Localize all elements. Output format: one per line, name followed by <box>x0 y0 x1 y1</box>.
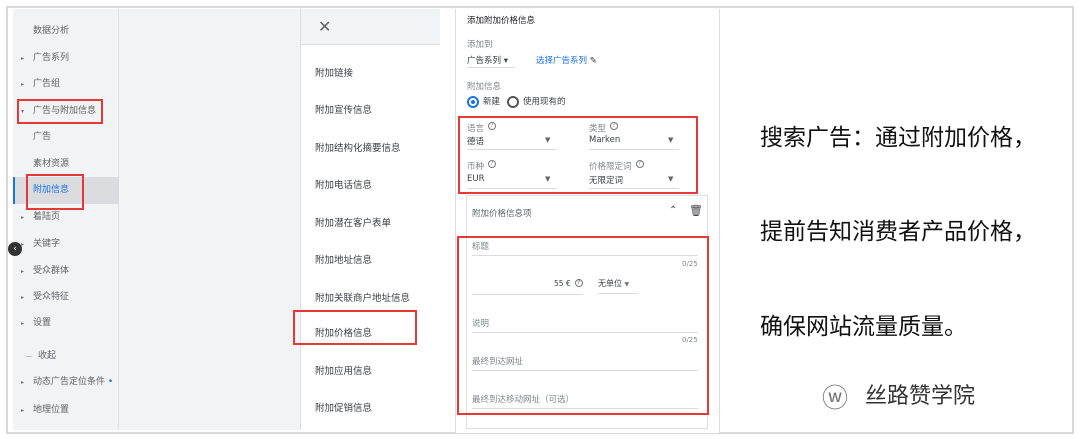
select-campaign-link[interactable]: 选择广告系列 ✎ <box>536 54 597 66</box>
delete-trash-icon[interactable]: 🗑 <box>689 204 703 217</box>
highlight-box <box>26 174 84 210</box>
expand-arrow-icon: ▸ <box>21 379 25 386</box>
add-to-label: 添加到 <box>467 40 493 50</box>
brand-watermark: 丝路赞学院 <box>865 384 976 409</box>
sidebar-item[interactable]: ▸ 广告组 <box>21 76 61 89</box>
add-to-value: 广告系列 <box>467 56 502 66</box>
sidebar-item-label: 广告 <box>33 132 52 142</box>
radio-new[interactable]: 新建 <box>467 95 500 108</box>
expand-arrow-icon: ▸ <box>21 268 25 275</box>
wechat-icon: ⓦ <box>822 384 849 414</box>
price-item-title: 附加价格信息项 <box>472 209 532 219</box>
highlight-box <box>458 116 698 194</box>
extension-type-item[interactable]: 附加地址信息 <box>315 252 372 266</box>
close-icon[interactable]: ✕ <box>318 17 331 36</box>
extension-type-item[interactable]: 附加促销信息 <box>315 400 372 414</box>
extension-type-item[interactable]: 附加潜在客户表单 <box>315 215 391 229</box>
sidebar-item[interactable]: — 收起 <box>26 348 57 361</box>
sidebar-item[interactable]: ▸ 地理位置 <box>21 402 70 415</box>
expand-arrow-icon: ▸ <box>21 55 25 62</box>
expand-arrow-icon: ▸ <box>21 320 25 327</box>
extension-type-item[interactable]: 附加结构化摘要信息 <box>315 140 401 154</box>
sidebar-item-label: 受众群体 <box>33 266 70 276</box>
pencil-icon: ✎ <box>589 56 597 66</box>
add-to-select[interactable]: 广告系列 ▾ <box>467 54 508 66</box>
expand-arrow-icon: ▸ <box>21 81 25 88</box>
select-campaign-text: 选择广告系列 <box>536 56 588 66</box>
sidebar-item[interactable]: ▸ 设置 <box>21 315 52 328</box>
sidebar-item-label: 广告系列 <box>33 53 70 63</box>
radio-existing[interactable]: 使用现有的 <box>507 95 566 108</box>
sidebar-item-label: 收起 <box>38 351 57 361</box>
extension-type-item[interactable]: 附加链接 <box>315 65 353 79</box>
sidebar-item[interactable]: ▸ 受众群体 <box>21 263 70 276</box>
content-area <box>119 9 300 430</box>
extension-type-item[interactable]: 附加宣传信息 <box>315 102 372 116</box>
extension-type-item[interactable]: 附加关联商户地址信息 <box>315 290 410 304</box>
slogan-line: 搜索广告：通过附加价格， <box>760 125 1036 151</box>
radio-new-label: 新建 <box>483 97 501 107</box>
radio-existing-label: 使用现有的 <box>523 97 566 107</box>
sidebar-item[interactable]: ▸ 受众特征 <box>21 289 70 302</box>
expand-arrow-icon: ▸ <box>21 214 25 221</box>
collapse-chevron-icon[interactable]: ⌃ <box>669 205 677 216</box>
expand-arrow-icon: — <box>26 353 32 360</box>
extension-type-item[interactable]: 附加电话信息 <box>315 177 372 191</box>
slogan-line: 确保网站流量质量。 <box>760 314 967 340</box>
form-title: 添加附加价格信息 <box>467 16 536 26</box>
sidebar-item[interactable]: 数据分析 <box>33 23 69 36</box>
sidebar-item-label: 动态广告定位条件 <box>33 377 106 387</box>
sidebar-item-label: 受众特征 <box>33 292 70 302</box>
sidebar-item-label: 地理位置 <box>33 405 70 415</box>
new-dot-icon: • <box>105 377 114 387</box>
extension-label: 附加信息 <box>467 82 502 92</box>
expand-arrow-icon: ▸ <box>21 294 25 301</box>
sidebar-item-label: 广告组 <box>33 79 61 89</box>
sidebar-item[interactable]: 广告 <box>33 129 51 142</box>
sidebar-item[interactable]: ▸ 广告系列 <box>21 50 70 63</box>
expand-arrow-icon: ▸ <box>21 407 25 414</box>
highlight-box <box>17 99 103 124</box>
highlight-box <box>293 310 417 345</box>
sidebar-item[interactable]: ▸ 关键字 <box>21 236 61 249</box>
radio-selected-icon <box>467 95 479 108</box>
sidebar-item-label: 数据分析 <box>33 26 70 36</box>
collapse-sidebar-button[interactable]: ‹ <box>8 242 22 256</box>
sidebar-item[interactable]: ▸ 着陆页 <box>21 209 61 222</box>
sidebar-item-label: 关键字 <box>33 239 61 249</box>
sidebar-item[interactable]: 素材资源 <box>33 156 69 169</box>
radio-unselected-icon <box>507 95 519 108</box>
sidebar-item-label: 设置 <box>33 318 52 328</box>
sidebar-item-label: 着陆页 <box>33 212 61 222</box>
slogan-line: 提前告知消费者产品价格， <box>760 219 1036 245</box>
sidebar-item-label: 素材资源 <box>33 159 70 169</box>
extension-type-item[interactable]: 附加应用信息 <box>315 363 372 377</box>
sidebar-item[interactable]: ▸ 动态广告定位条件 • <box>21 374 114 387</box>
highlight-box <box>457 236 709 415</box>
expand-arrow-icon: ▸ <box>21 241 25 248</box>
